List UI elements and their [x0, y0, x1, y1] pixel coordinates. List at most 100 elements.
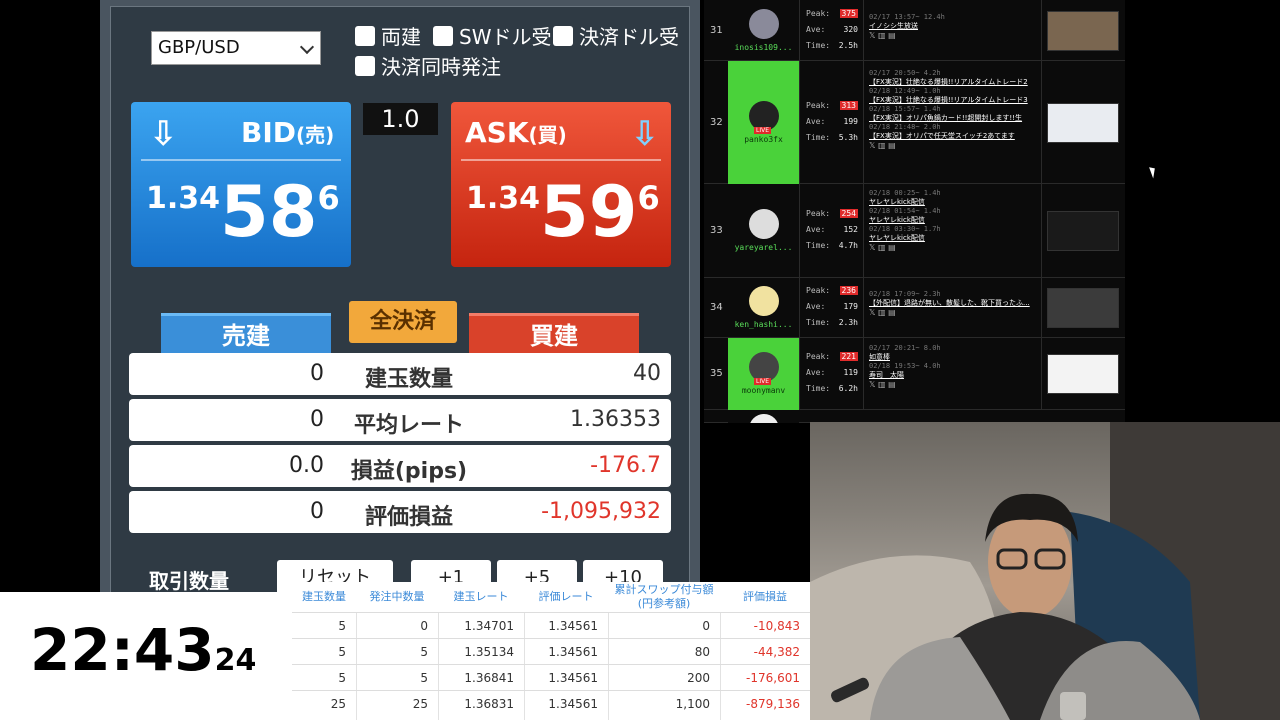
stream-thumbnail[interactable]: [1047, 354, 1119, 394]
positions-cell: 5: [420, 645, 428, 659]
positions-cell: 1.34701: [464, 619, 514, 633]
stream-list: 02/18 00:25~ 1.4h ヤレヤレkick配信 02/18 01:54~…: [869, 189, 1041, 252]
stream-title-link[interactable]: イノシシ生放送: [869, 21, 1041, 31]
channel-avatar[interactable]: inosis109...: [728, 0, 799, 61]
positions-header[interactable]: 評価レート: [524, 582, 608, 612]
positions-cell: 5: [338, 645, 346, 659]
video-icon[interactable]: ▤: [888, 141, 896, 150]
stream-title-link[interactable]: 【FX実況】オリパ魚鍋カード!!超開封します!!生: [869, 113, 1041, 123]
channel-avatar[interactable]: yareyarel...: [728, 184, 799, 278]
ranking-row[interactable]: 34 ken_hashi... Peak: 236 Ave: 179 Time: 2.…: [704, 278, 1125, 338]
positions-cell: -176,601: [746, 671, 800, 685]
peak-label: Peak:: [806, 8, 831, 18]
x-icon[interactable]: 𝕏: [869, 380, 875, 389]
social-icons: 𝕏 ▥ ▤: [869, 380, 1041, 389]
chart-icon[interactable]: ▥: [878, 141, 886, 150]
channel-avatar[interactable]: LIVE moonymanv: [728, 338, 799, 410]
buy-value: 40: [633, 361, 661, 386]
chart-icon[interactable]: ▥: [878, 31, 886, 40]
ranking-row[interactable]: 31 inosis109... Peak: 375 Ave: 320 Time: 2.…: [704, 0, 1125, 61]
peak-label: Peak:: [806, 286, 831, 295]
stream-title-link[interactable]: ヤレヤレkick配信: [869, 197, 1041, 207]
peak-value: 254: [839, 209, 858, 218]
bid-sell-button[interactable]: ⇩ BID(売) 1.34586: [131, 102, 351, 267]
checkbox-box[interactable]: [553, 25, 573, 46]
video-icon[interactable]: ▤: [888, 380, 896, 389]
positions-header[interactable]: 発注中数量: [356, 582, 438, 612]
stream-list: 02/18 17:09~ 2.3h 【外配信】退路が無い、散髪した、靴下買ったふ…: [869, 290, 1041, 317]
stream-title-link[interactable]: 如意棒: [869, 352, 1041, 362]
time-value: 2.3h: [838, 318, 858, 327]
bid-price: 1.34586: [146, 171, 340, 253]
positions-header[interactable]: 評価損益: [720, 582, 810, 612]
buy-position-tab[interactable]: 買建: [469, 313, 639, 353]
checkbox-box[interactable]: [433, 25, 453, 46]
stream-timestamp: 02/18 17:09~ 2.3h: [869, 290, 941, 298]
stream-title-link[interactable]: 【FX実況】壮絶なる爆損!!リアルタイムトレード3: [869, 95, 1041, 105]
time-label: Time:: [806, 40, 831, 50]
stream-thumbnail[interactable]: [1047, 288, 1119, 328]
checkbox-hedge[interactable]: 両建: [355, 21, 421, 50]
chart-icon[interactable]: ▥: [878, 243, 886, 252]
stream-timestamp: 02/17 13:57~ 12.4h: [869, 12, 945, 21]
ask-price: 1.34596: [466, 171, 660, 253]
sell-position-tab[interactable]: 売建: [161, 313, 331, 353]
stream-title-link[interactable]: 【FX実況】壮絶なる爆損!!リアルタイムトレード2: [869, 77, 1041, 87]
x-icon[interactable]: 𝕏: [869, 141, 875, 150]
chart-icon[interactable]: ▥: [878, 308, 886, 317]
ranking-row[interactable]: 32 LIVE panko3fx Peak: 313 Ave: 199 Time: 5…: [704, 61, 1125, 184]
sell-value: 0.0: [289, 453, 324, 478]
social-icons: 𝕏 ▥ ▤: [869, 243, 1041, 252]
stream-title-link[interactable]: 寿司 太陽: [869, 370, 1041, 380]
clock-time: 22:4324: [30, 616, 257, 684]
channel-name: inosis109...: [734, 42, 793, 52]
stream-title-link[interactable]: ヤレヤレkick配信: [869, 233, 1041, 243]
ask-buy-button[interactable]: ASK(買) ⇩ 1.34596: [451, 102, 671, 267]
currency-pair-select[interactable]: GBP/USD: [151, 31, 321, 65]
stream-list: 02/17 13:57~ 12.4h イノシシ生放送 𝕏 ▥ ▤: [869, 13, 1041, 40]
channel-stats: Peak: 221 Ave: 119 Time: 6.2h: [799, 338, 864, 409]
checkbox-sw-dollar[interactable]: SWドル受: [433, 21, 551, 50]
checkbox-box[interactable]: [355, 25, 375, 46]
channel-avatar[interactable]: ken_hashi...: [728, 278, 799, 338]
stream-thumbnail[interactable]: [1047, 211, 1119, 251]
x-icon[interactable]: 𝕏: [869, 31, 875, 40]
close-all-button[interactable]: 全決済: [349, 301, 457, 343]
positions-header[interactable]: 累計スワップ付与額 (円参考額): [608, 582, 720, 612]
video-icon[interactable]: ▤: [888, 243, 896, 252]
stream-title-link[interactable]: ヤレヤレkick配信: [869, 215, 1041, 225]
arrow-down-icon: ⇩: [630, 114, 660, 154]
positions-header[interactable]: 建玉レート: [438, 582, 524, 612]
checkbox-settle-dollar[interactable]: 決済ドル受: [553, 21, 679, 50]
stream-title-link[interactable]: 【FX実況】オリパで任天堂スイッチ2あてます: [869, 131, 1041, 141]
stream-thumbnail[interactable]: [1047, 10, 1119, 51]
x-icon[interactable]: 𝕏: [869, 243, 875, 252]
checkbox-box[interactable]: [355, 55, 375, 76]
rank-number: 31: [710, 24, 723, 36]
positions-cell: 1.34561: [548, 671, 598, 685]
divider: [461, 159, 661, 161]
positions-cell: 25: [412, 697, 428, 711]
positions-table: 建玉数量発注中数量建玉レート評価レート累計スワップ付与額 (円参考額)評価損益建…: [292, 582, 825, 720]
trade-quantity-label: 取引数量: [149, 569, 229, 593]
rank-number: 33: [710, 225, 723, 236]
positions-header[interactable]: 建玉数量: [292, 582, 356, 612]
chart-icon[interactable]: ▥: [878, 380, 886, 389]
ave-value: 119: [843, 368, 858, 377]
stream-title-link[interactable]: 【外配信】退路が無い、散髪した、靴下買ったふ...: [869, 298, 1041, 308]
stream-timestamp: 02/17 20:50~ 4.2h: [869, 68, 941, 77]
video-icon[interactable]: ▤: [888, 308, 896, 317]
checkbox-label: 決済同時発注: [381, 55, 501, 79]
ave-label: Ave:: [806, 24, 826, 34]
positions-cell: 1.35134: [464, 645, 514, 659]
ranking-row[interactable]: 33 yareyarel... Peak: 254 Ave: 152 Time: 4.…: [704, 184, 1125, 278]
channel-avatar[interactable]: LIVE panko3fx: [728, 61, 799, 184]
video-icon[interactable]: ▤: [888, 31, 896, 40]
ranking-row[interactable]: 35 LIVE moonymanv Peak: 221 Ave: 119 Time:…: [704, 338, 1125, 410]
stream-list: 02/17 20:21~ 8.0h 如意棒 02/18 19:53~ 4.0h 寿…: [869, 344, 1041, 389]
rank-number: 35: [710, 368, 723, 379]
stream-thumbnail[interactable]: [1047, 102, 1119, 143]
ask-label: ASK(買): [465, 116, 567, 149]
x-icon[interactable]: 𝕏: [869, 308, 875, 317]
checkbox-simultaneous-order[interactable]: 決済同時発注: [355, 51, 501, 80]
